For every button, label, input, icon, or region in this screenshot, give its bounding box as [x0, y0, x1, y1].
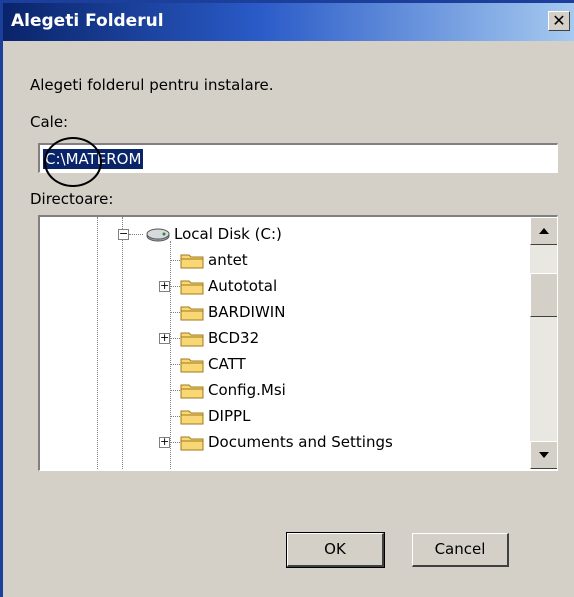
tree-item-label: Config.Msi [208, 381, 286, 399]
tree-item-folder[interactable]: antet [170, 249, 520, 273]
highlight-circle-annotation [44, 137, 102, 187]
tree-connector [170, 442, 180, 443]
folder-icon [180, 358, 204, 373]
folder-icon [180, 332, 204, 347]
tree-item-local-disk[interactable]: − Local Disk (C:) [118, 223, 526, 247]
folder-icon [180, 306, 204, 321]
instruction-text: Alegeti folderul pentru instalare. [30, 76, 274, 94]
tree-item-label: antet [208, 251, 248, 269]
path-input[interactable]: C:\MATEROM [38, 143, 558, 173]
tree-item-folder[interactable]: CATT [170, 353, 520, 377]
directory-tree[interactable]: − Local Disk (C:) antet + Autototal BARD… [38, 215, 558, 471]
tree-item-folder[interactable]: + Documents and Settings [159, 431, 525, 455]
tree-item-folder[interactable]: Config.Msi [170, 379, 520, 403]
tree-item-label: DIPPL [208, 407, 251, 425]
tree-connector [170, 338, 180, 339]
window-title: Alegeti Folderul [11, 11, 164, 31]
expand-toggle[interactable]: + [159, 279, 170, 292]
tree-guide-line [122, 217, 123, 470]
directories-label: Directoare: [30, 190, 114, 208]
folder-icon [180, 280, 204, 295]
tree-connector [170, 286, 180, 287]
path-label: Cale: [30, 113, 69, 131]
folder-icon [180, 436, 204, 451]
tree-item-label: Documents and Settings [208, 433, 393, 451]
collapse-toggle[interactable]: − [118, 227, 129, 240]
folder-icon [180, 410, 204, 425]
title-bar[interactable]: Alegeti Folderul ✕ [3, 3, 574, 41]
cancel-button[interactable]: Cancel [412, 533, 509, 567]
tree-item-label: BARDIWIN [208, 303, 286, 321]
arrow-down-icon [539, 452, 549, 458]
tree-item-label: CATT [208, 355, 246, 373]
folder-icon [180, 254, 204, 269]
tree-item-label: Local Disk (C:) [174, 225, 282, 243]
tree-item-label: BCD32 [208, 329, 260, 347]
scroll-up-button[interactable] [530, 217, 557, 245]
tree-item-folder[interactable]: BARDIWIN [170, 301, 520, 325]
window-frame-left [0, 0, 3, 597]
tree-item-folder[interactable]: DIPPL [170, 405, 520, 429]
tree-connector [129, 234, 143, 235]
close-button[interactable]: ✕ [548, 11, 570, 31]
expand-toggle[interactable]: + [159, 331, 170, 344]
vertical-scrollbar[interactable] [530, 217, 557, 469]
tree-guide-line [97, 217, 98, 470]
scroll-thumb[interactable] [530, 273, 557, 317]
close-icon: ✕ [552, 11, 566, 30]
drive-icon [146, 228, 170, 242]
tree-guide-line [170, 241, 171, 470]
folder-icon [180, 384, 204, 399]
arrow-up-icon [539, 228, 549, 234]
folder-dialog: Alegeti Folderul ✕ Alegeti folderul pent… [0, 0, 574, 597]
expand-toggle[interactable]: + [159, 435, 170, 448]
ok-button[interactable]: OK [286, 532, 385, 568]
tree-item-folder[interactable]: + BCD32 [159, 327, 520, 351]
tree-item-folder[interactable]: + Autototal [159, 275, 520, 299]
scroll-down-button[interactable] [530, 441, 557, 469]
tree-item-label: Autototal [208, 277, 278, 295]
